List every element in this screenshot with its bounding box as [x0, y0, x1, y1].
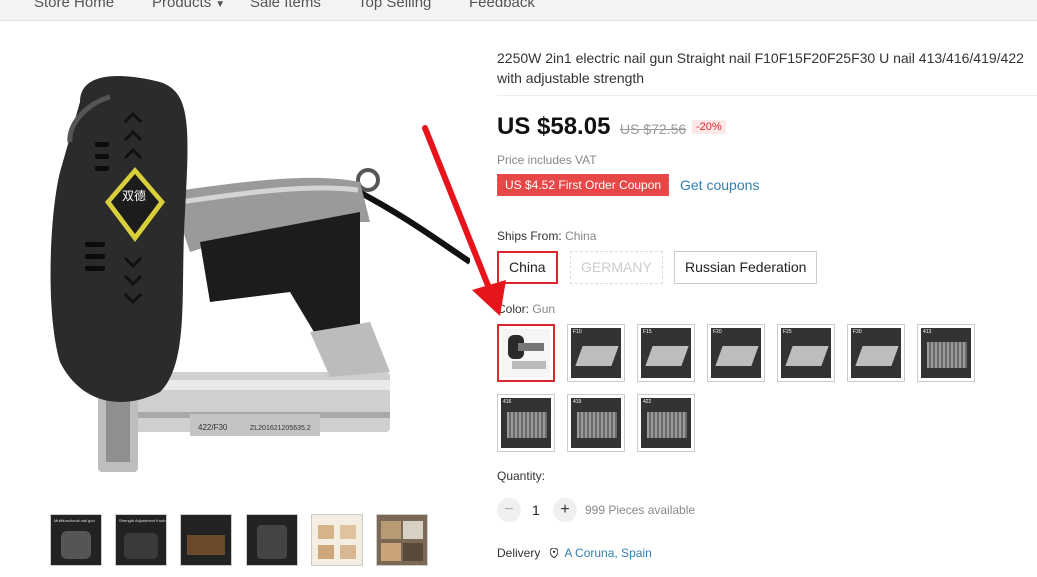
swatch-tag: 419 — [573, 399, 582, 405]
rail-serial-text: ZL201621205635.2 — [250, 425, 311, 432]
thumbnail-6[interactable] — [376, 514, 428, 566]
current-price: US $58.05 — [497, 113, 611, 140]
color-swatch-f15[interactable]: F15 — [637, 324, 695, 382]
ship-option-russian-federation[interactable]: Russian Federation — [674, 251, 818, 284]
vat-note: Price includes VAT — [497, 153, 597, 167]
color-swatch-gun[interactable] — [497, 324, 555, 382]
swatch-tag: F15 — [643, 329, 652, 335]
product-title: 2250W 2in1 electric nail gun Straight na… — [497, 50, 1024, 86]
nav-top-selling[interactable]: Top Selling — [358, 0, 431, 11]
divider — [497, 95, 1037, 96]
ships-from-selected: China — [565, 229, 597, 243]
nav-feedback[interactable]: Feedback — [469, 0, 535, 11]
swatch-tag: F30 — [853, 329, 862, 335]
first-order-coupon[interactable]: US $4.52 First Order Coupon — [494, 174, 670, 196]
ship-option-china[interactable]: China — [497, 251, 558, 284]
chevron-down-icon: ▼ — [215, 0, 226, 10]
get-coupons-link[interactable]: Get coupons — [680, 177, 759, 193]
coupon-label: US $4.52 First Order Coupon — [505, 178, 662, 192]
delivery-row: Delivery A Coruna, Spain — [497, 546, 652, 560]
nav-sale-items[interactable]: Sale Items — [250, 0, 321, 11]
nav-products[interactable]: Products ▼ — [152, 0, 225, 11]
swatch-tag: F10 — [573, 329, 582, 335]
quantity-increase-button[interactable]: + — [553, 498, 577, 522]
nails-thumb-icon: F15 — [641, 328, 691, 378]
delivery-label: Delivery — [497, 546, 541, 560]
swatch-tag: F20 — [713, 329, 722, 335]
nails-thumb-icon: F20 — [711, 328, 761, 378]
discount-badge: -20% — [692, 120, 726, 134]
location-pin-icon — [549, 548, 558, 558]
pieces-available: 999 Pieces available — [585, 503, 696, 517]
color-swatch-419[interactable]: 419 — [567, 394, 625, 452]
swatch-tag: 422 — [643, 399, 652, 405]
thumbnail-caption: Strength Adjustment Knob — [119, 518, 166, 523]
thumbnail-1[interactable]: Multifunctional nail gun — [50, 514, 102, 566]
quantity-decrease-button[interactable]: − — [497, 498, 521, 522]
nails-thumb-icon: F25 — [781, 328, 831, 378]
rail-model-text: 422/F30 — [198, 423, 228, 432]
main-product-image[interactable]: 422/F30 ZL201621205635.2 双德 — [40, 62, 472, 482]
nav-products-label: Products — [152, 0, 212, 11]
store-nav: Store Home Products ▼ Sale Items Top Sell… — [0, 0, 1037, 21]
color-swatch-413[interactable]: 413 — [917, 324, 975, 382]
color-label-text: Color: — [497, 302, 530, 316]
ships-from-label: Ships From: China — [497, 229, 596, 243]
staples-thumb-icon: 422 — [641, 398, 691, 448]
color-label: Color: Gun — [497, 302, 555, 316]
color-swatch-416[interactable]: 416 — [497, 394, 555, 452]
ships-from-label-text: Ships From: — [497, 229, 562, 243]
nails-thumb-icon: F30 — [851, 328, 901, 378]
color-swatch-f25[interactable]: F25 — [777, 324, 835, 382]
color-selected: Gun — [532, 302, 556, 316]
quantity-label: Quantity: — [497, 469, 546, 483]
color-swatch-422[interactable]: 422 — [637, 394, 695, 452]
swatch-tag: 413 — [923, 329, 932, 335]
nav-store-home[interactable]: Store Home — [34, 0, 114, 11]
color-swatch-f30[interactable]: F30 — [847, 324, 905, 382]
original-price: US $72.56 — [620, 121, 687, 137]
color-swatch-f10[interactable]: F10 — [567, 324, 625, 382]
delivery-location-link[interactable]: A Coruna, Spain — [564, 546, 651, 560]
logo-text: 双德 — [122, 188, 146, 203]
thumbnail-2[interactable]: Strength Adjustment Knob — [115, 514, 167, 566]
thumbnail-3[interactable] — [180, 514, 232, 566]
quantity-value[interactable]: 1 — [532, 502, 540, 518]
nail-gun-image: 422/F30 ZL201621205635.2 双德 — [50, 76, 472, 472]
thumbnail-5[interactable] — [311, 514, 363, 566]
swatch-tag: 416 — [503, 399, 512, 405]
swatch-tag: F25 — [783, 329, 792, 335]
thumbnail-caption: Multifunctional nail gun — [54, 518, 95, 523]
thumbnail-4[interactable] — [246, 514, 298, 566]
staples-thumb-icon: 416 — [501, 398, 551, 448]
ship-option-germany[interactable]: GERMANY — [570, 251, 663, 284]
nails-thumb-icon: F10 — [571, 328, 621, 378]
staples-thumb-icon: 413 — [921, 328, 971, 378]
nail-gun-thumb-icon — [502, 329, 550, 377]
color-swatch-f20[interactable]: F20 — [707, 324, 765, 382]
staples-thumb-icon: 419 — [571, 398, 621, 448]
